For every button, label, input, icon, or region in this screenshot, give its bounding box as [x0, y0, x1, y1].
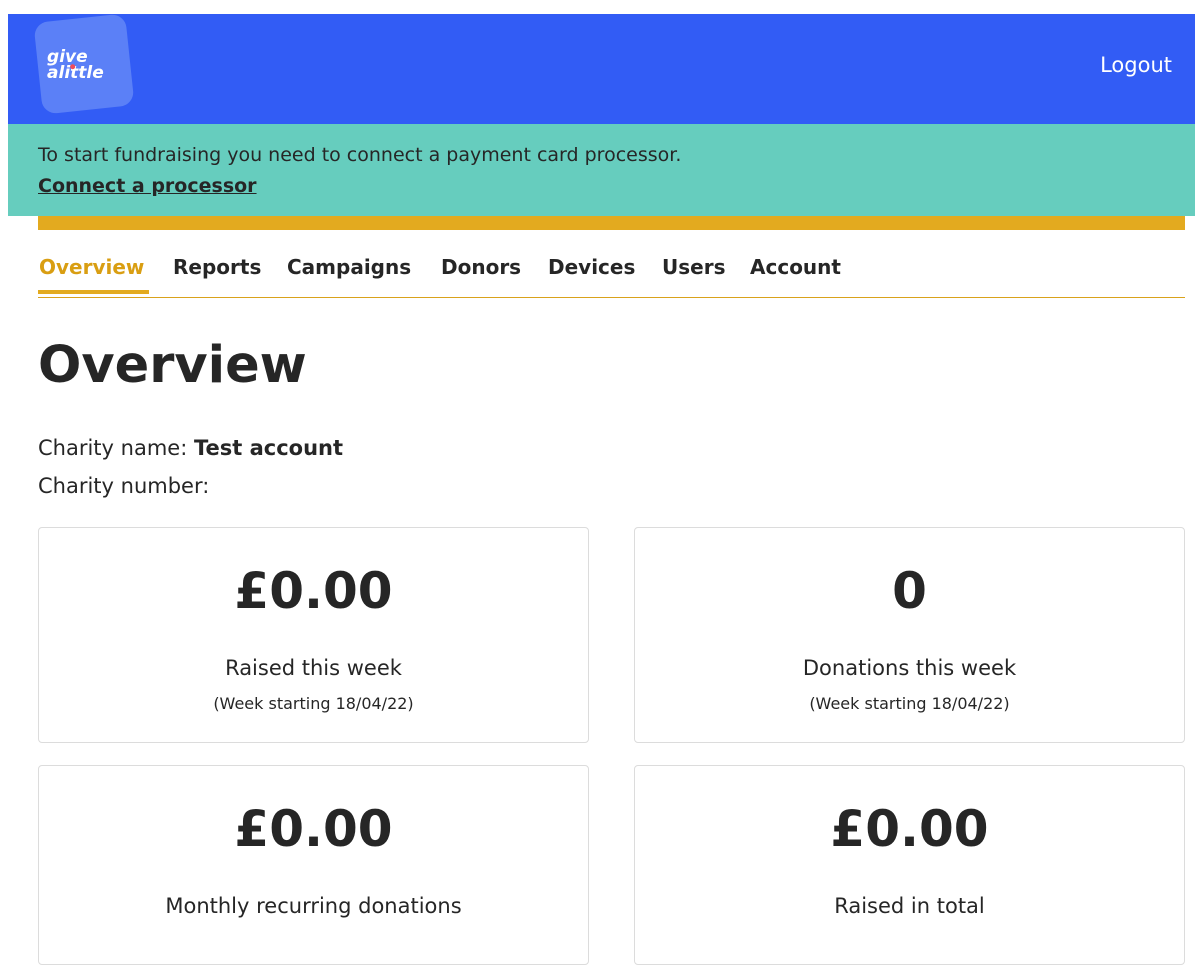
stat-label: Raised this week [225, 656, 402, 680]
stat-sublabel: (Week starting 18/04/22) [809, 694, 1010, 713]
stat-card-raised-week: £0.00 Raised this week (Week starting 18… [38, 527, 589, 743]
charity-name-value: Test account [193, 436, 344, 460]
page-title: Overview [38, 336, 307, 395]
active-tab-indicator [38, 290, 149, 294]
give-a-little-logo[interactable]: give alittle [33, 13, 135, 115]
top-header: give alittle Logout [8, 13, 1195, 124]
logout-link[interactable]: Logout [1100, 53, 1172, 77]
tab-reports[interactable]: Reports [173, 255, 261, 279]
stat-label: Monthly recurring donations [165, 894, 462, 918]
tab-donors[interactable]: Donors [441, 255, 521, 279]
tab-overview[interactable]: Overview [39, 255, 144, 279]
stat-label: Raised in total [834, 894, 985, 918]
stat-card-monthly-recurring: £0.00 Monthly recurring donations [38, 765, 589, 965]
charity-number-label: Charity number: [38, 474, 210, 498]
stat-card-donations-week: 0 Donations this week (Week starting 18/… [634, 527, 1185, 743]
connect-processor-link[interactable]: Connect a processor [38, 175, 257, 197]
logo-text: give alittle [47, 46, 104, 83]
stat-card-raised-total: £0.00 Raised in total [634, 765, 1185, 965]
charity-number-row: Charity number: [38, 474, 209, 498]
tab-devices[interactable]: Devices [548, 255, 635, 279]
stat-value: £0.00 [234, 562, 393, 620]
stat-value: £0.00 [830, 800, 989, 858]
charity-name-label: Charity name: [38, 436, 188, 460]
stat-label: Donations this week [802, 656, 1017, 680]
banner-message: To start fundraising you need to connect… [38, 144, 682, 166]
accent-divider [38, 216, 1185, 230]
processor-banner: To start fundraising you need to connect… [8, 124, 1195, 216]
charity-name-row: Charity name: Test account [38, 436, 343, 460]
stat-value: 0 [892, 562, 927, 620]
main-nav-tabs: Overview Reports Campaigns Donors Device… [38, 255, 1185, 298]
stat-sublabel: (Week starting 18/04/22) [213, 694, 414, 713]
tab-campaigns[interactable]: Campaigns [287, 255, 411, 279]
stat-value: £0.00 [234, 800, 393, 858]
tab-account[interactable]: Account [750, 255, 841, 279]
tab-users[interactable]: Users [662, 255, 725, 279]
